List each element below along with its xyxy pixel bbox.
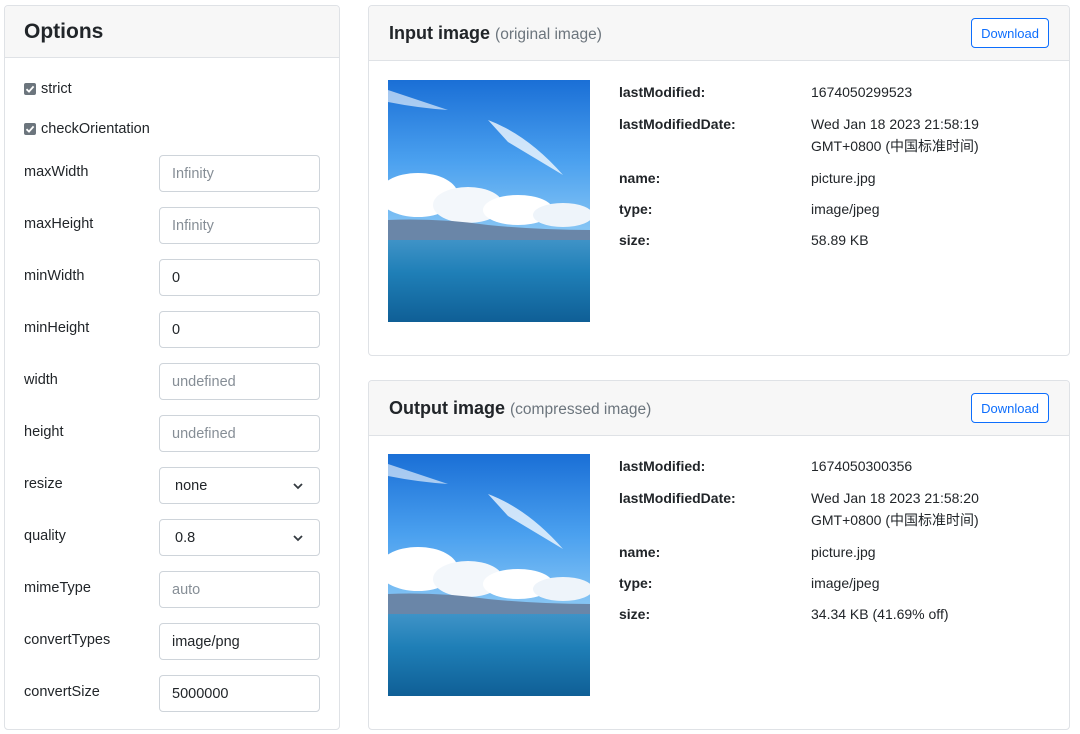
- mime-type-label: mimeType: [24, 580, 91, 596]
- output-image-title-text: Output image: [389, 397, 505, 418]
- field-width: width: [24, 363, 320, 400]
- landscape-photo-icon: [388, 80, 590, 322]
- meta-key: lastModified:: [619, 84, 706, 100]
- checkbox-checked-icon[interactable]: [24, 83, 36, 95]
- meta-key: size:: [619, 232, 651, 248]
- field-convert-size: convertSize: [24, 675, 320, 712]
- min-height-input[interactable]: [159, 311, 320, 348]
- convert-types-input[interactable]: [159, 623, 320, 660]
- output-download-button[interactable]: Download: [971, 393, 1049, 423]
- options-title: Options: [24, 19, 104, 43]
- meta-key: lastModifiedDate:: [619, 116, 736, 132]
- field-quality: quality 0.8: [24, 519, 320, 556]
- chevron-down-icon: [293, 534, 303, 541]
- max-height-label: maxHeight: [24, 216, 94, 232]
- min-width-input[interactable]: [159, 259, 320, 296]
- width-label: width: [24, 372, 58, 388]
- quality-value: 0.8: [175, 529, 196, 546]
- convert-size-label: convertSize: [24, 684, 100, 700]
- meta-value: 1674050300356: [811, 458, 913, 474]
- meta-value: 34.34 KB (41.69% off): [811, 606, 949, 622]
- input-image-preview: [388, 80, 590, 322]
- input-image-subtitle: (original image): [495, 25, 602, 43]
- field-convert-types: convertTypes: [24, 623, 320, 660]
- width-input[interactable]: [159, 363, 320, 400]
- field-max-width: maxWidth: [24, 155, 320, 192]
- meta-key: lastModified:: [619, 458, 706, 474]
- mime-type-input[interactable]: [159, 571, 320, 608]
- options-header: Options: [5, 6, 339, 58]
- meta-key: name:: [619, 170, 661, 186]
- resize-select[interactable]: none: [159, 467, 320, 504]
- min-height-label: minHeight: [24, 320, 90, 336]
- checkbox-checked-icon[interactable]: [24, 123, 36, 135]
- meta-value: image/jpeg: [811, 201, 880, 217]
- meta-value: Wed Jan 18 2023 21:58:19 GMT+0800 (中国标准时…: [811, 116, 979, 154]
- input-image-header: Input image (original image) Download: [369, 6, 1069, 61]
- input-image-title-text: Input image: [389, 22, 491, 43]
- landscape-photo-icon: [388, 454, 590, 696]
- max-height-input[interactable]: [159, 207, 320, 244]
- min-width-label: minWidth: [24, 268, 85, 284]
- input-image-card: Input image (original image) Download la…: [368, 5, 1070, 356]
- field-resize: resize none: [24, 467, 320, 504]
- check-orientation-label: checkOrientation: [41, 121, 150, 137]
- height-input[interactable]: [159, 415, 320, 452]
- meta-value: 58.89 KB: [811, 232, 869, 248]
- resize-label: resize: [24, 476, 63, 492]
- field-height: height: [24, 415, 320, 452]
- input-download-button[interactable]: Download: [971, 18, 1049, 48]
- strict-checkbox[interactable]: strict: [24, 81, 72, 97]
- quality-select[interactable]: 0.8: [159, 519, 320, 556]
- field-min-height: minHeight: [24, 311, 320, 348]
- output-image-header: Output image (compressed image) Download: [369, 381, 1069, 436]
- check-orientation-checkbox[interactable]: checkOrientation: [24, 121, 150, 137]
- strict-label: strict: [41, 81, 72, 97]
- meta-key: size:: [619, 606, 651, 622]
- chevron-down-icon: [293, 482, 303, 489]
- resize-value: none: [175, 477, 208, 494]
- max-width-input[interactable]: [159, 155, 320, 192]
- meta-key: type:: [619, 575, 653, 591]
- field-mime-type: mimeType: [24, 571, 320, 608]
- meta-key: name:: [619, 544, 661, 560]
- convert-types-label: convertTypes: [24, 632, 111, 648]
- meta-key: type:: [619, 201, 653, 217]
- field-max-height: maxHeight: [24, 207, 320, 244]
- field-min-width: minWidth: [24, 259, 320, 296]
- height-label: height: [24, 424, 64, 440]
- output-image-card: Output image (compressed image) Download: [368, 380, 1070, 730]
- meta-value: image/jpeg: [811, 575, 880, 591]
- quality-label: quality: [24, 528, 66, 544]
- output-image-title: Output image (compressed image): [389, 398, 651, 419]
- meta-value: picture.jpg: [811, 544, 876, 560]
- convert-size-input[interactable]: [159, 675, 320, 712]
- meta-key: lastModifiedDate:: [619, 490, 736, 506]
- output-image-preview: [388, 454, 590, 696]
- meta-value: picture.jpg: [811, 170, 876, 186]
- options-panel: Options strict checkOrientation maxWidth…: [4, 5, 340, 730]
- meta-value: 1674050299523: [811, 84, 913, 100]
- output-image-subtitle: (compressed image): [510, 400, 652, 418]
- max-width-label: maxWidth: [24, 164, 89, 180]
- input-image-title: Input image (original image): [389, 23, 602, 44]
- meta-value: Wed Jan 18 2023 21:58:20 GMT+0800 (中国标准时…: [811, 490, 979, 528]
